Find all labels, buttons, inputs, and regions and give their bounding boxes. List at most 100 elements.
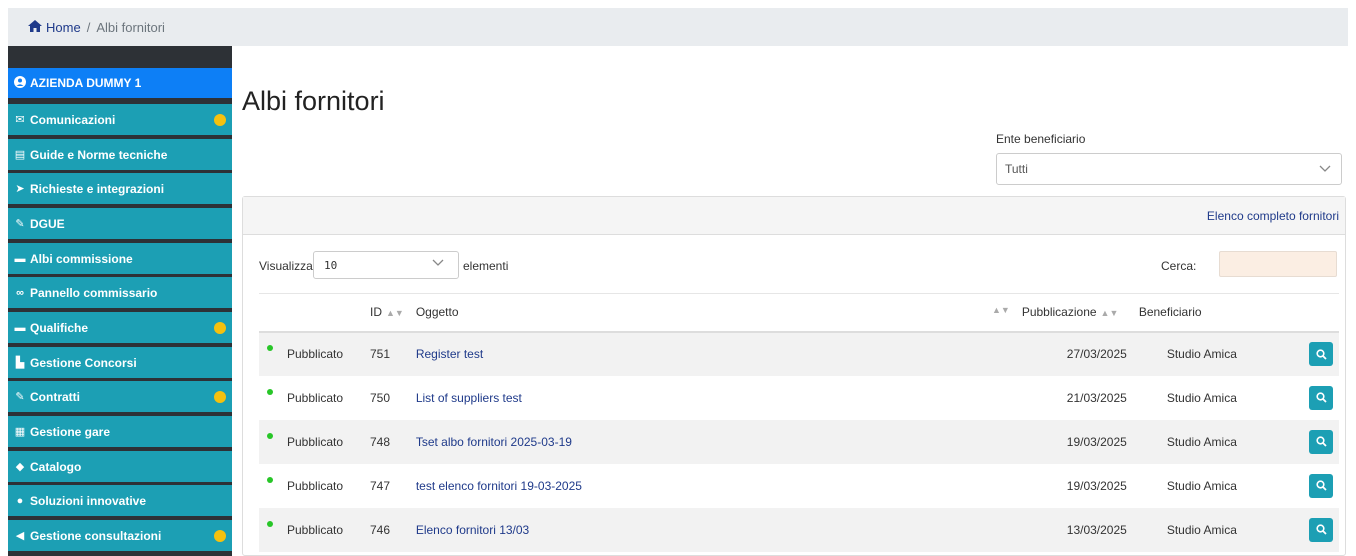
col-id-label: ID	[370, 305, 382, 320]
sidebar-item-label: Comunicazioni	[30, 112, 116, 127]
view-button[interactable]	[1309, 429, 1333, 454]
pubblicazione-cell: 13/03/2025	[1066, 522, 1127, 537]
oggetto-link[interactable]: test elenco fornitori 19-03-2025	[416, 479, 582, 493]
sidebar-item-catalogo[interactable]: ◆ Catalogo	[8, 451, 232, 482]
chevron-down-icon	[432, 258, 444, 270]
sidebar-company-label: AZIENDA DUMMY 1	[30, 76, 142, 90]
sidebar-item-richieste-e-integrazioni[interactable]: ➤ Richieste e integrazioni	[8, 173, 232, 204]
oggetto-link[interactable]: List of suppliers test	[416, 391, 522, 405]
beneficiario-cell: Studio Amica	[1166, 390, 1237, 405]
oggetto-link[interactable]: Elenco fornitori 13/03	[416, 523, 529, 537]
actions-cell	[1293, 420, 1339, 464]
pubblicazione-cell: 21/03/2025	[1066, 390, 1127, 405]
breadcrumb-separator: /	[86, 19, 91, 35]
status-label: Pubblicato	[287, 522, 344, 537]
filter-label: Ente beneficiario	[996, 132, 1086, 146]
view-button[interactable]	[1309, 342, 1333, 366]
col-id-header[interactable]: ID ▲▼	[364, 293, 410, 333]
status-label: Pubblicato	[287, 434, 344, 449]
id-cell: 750	[370, 390, 391, 405]
sidebar-item-label: Pannello commissario	[30, 285, 158, 300]
sort-desc-icon: ▲▼	[386, 308, 404, 319]
sidebar-item-comunicazioni[interactable]: ✉ Comunicazioni	[8, 104, 232, 135]
id-cell: 751	[370, 347, 391, 361]
status-dot	[267, 388, 273, 395]
show-label: Visualizza	[259, 259, 313, 273]
sidebar-item-label: DGUE	[30, 216, 65, 231]
view-button[interactable]	[1309, 473, 1333, 498]
status-dot	[267, 345, 273, 351]
oggetto-cell: test elenco fornitori 19-03-2025	[410, 464, 1016, 508]
edit-icon: ✎	[15, 218, 25, 230]
search-icon	[1315, 348, 1327, 360]
full-supplier-list-link[interactable]: Elenco completo fornitori	[1207, 209, 1339, 223]
file-icon: ▤	[14, 149, 26, 161]
beneficiario-cell: Studio Amica	[1166, 478, 1237, 493]
pencil-square-icon: ✎	[15, 391, 25, 403]
notification-dot	[214, 114, 226, 126]
sidebar-item-contratti[interactable]: ✎ Contratti	[8, 381, 232, 412]
beneficiario-cell: Studio Amica	[1166, 434, 1237, 449]
sidebar: AZIENDA DUMMY 1 ✉ Comunicazioni ▤ Guide e N…	[8, 46, 232, 556]
col-oggetto-header[interactable]: Oggetto ▲▼	[409, 293, 1016, 333]
page-length-select[interactable]: 10	[313, 251, 459, 279]
home-icon	[28, 19, 42, 35]
folder-open-icon: ▬	[14, 321, 26, 334]
id-cell: 747	[370, 478, 391, 493]
id-cell: 748	[370, 434, 391, 449]
search-input[interactable]	[1219, 251, 1337, 277]
sidebar-item-label: Guide e Norme tecniche	[30, 147, 168, 162]
sidebar-item-label: Catalogo	[30, 459, 82, 474]
table-controls: Visualizza 10 elementi Cerca:	[259, 251, 1339, 281]
sidebar-item-label: Gestione gare	[30, 424, 111, 439]
breadcrumb-home[interactable]: Home	[28, 19, 81, 35]
search-icon	[1315, 436, 1327, 447]
breadcrumb-home-label[interactable]: Home	[46, 20, 81, 35]
sidebar-item-gestione-consultazioni[interactable]: ◀ Gestione consultazioni	[8, 520, 232, 551]
sidebar-item-label: Richieste e integrazioni	[30, 181, 165, 196]
status-dot	[267, 520, 273, 527]
oggetto-cell: List of suppliers test	[410, 376, 1016, 420]
oggetto-cell: Register test	[410, 332, 1016, 376]
view-button[interactable]	[1309, 385, 1333, 410]
page-length-value: 10	[324, 258, 338, 272]
beneficiario-cell: Studio Amica	[1166, 347, 1237, 361]
actions-cell	[1293, 508, 1339, 552]
sidebar-item-albi-commissione[interactable]: ▬ Albi commissione	[8, 243, 232, 274]
suppliers-table: ID ▲▼ Oggetto ▲▼ Pubblicazione ▲▼ Beneficia…	[259, 293, 1339, 552]
search-icon	[1315, 524, 1327, 535]
folder-open-icon: ▬	[14, 252, 26, 265]
chart-icon: ▙	[15, 357, 25, 369]
sidebar-item-dgue[interactable]: ✎ DGUE	[8, 208, 232, 239]
elements-label: elementi	[463, 259, 509, 273]
col-pubblicazione-header[interactable]: Pubblicazione ▲▼	[1015, 293, 1133, 333]
sidebar-item-soluzioni-innovative[interactable]: ● Soluzioni innovative	[8, 485, 232, 516]
briefcase-icon: ▦	[14, 426, 26, 438]
page-title: Albi fornitori	[242, 86, 385, 116]
sidebar-item-gestione-gare[interactable]: ▦ Gestione gare	[8, 416, 232, 447]
col-beneficiario-header: Beneficiario	[1132, 293, 1293, 333]
glasses-icon: ∞	[16, 286, 24, 299]
breadcrumb-current: Albi fornitori	[96, 19, 165, 35]
oggetto-link[interactable]: Tset albo fornitori 2025-03-19	[416, 435, 572, 449]
sidebar-item-label: Albi commissione	[30, 251, 133, 266]
view-button[interactable]	[1309, 517, 1333, 542]
oggetto-cell: Tset albo fornitori 2025-03-19	[410, 420, 1016, 464]
sidebar-item-label: Gestione Concorsi	[30, 355, 137, 370]
pubblicazione-cell: 19/03/2025	[1066, 434, 1127, 449]
sidebar-item-gestione-concorsi[interactable]: ▙ Gestione Concorsi	[8, 347, 232, 378]
sidebar-item-qualifiche[interactable]: ▬ Qualifiche	[8, 312, 232, 343]
search-label: Cerca:	[1161, 259, 1197, 273]
notification-dot	[214, 391, 226, 403]
breadcrumb: Home / Albi fornitori	[8, 8, 1348, 46]
main-content: Albi fornitori Ente beneficiario Tutti E…	[232, 46, 1348, 556]
pubblicazione-cell: 19/03/2025	[1066, 478, 1127, 493]
sidebar-item-pannello-commissario[interactable]: ∞ Pannello commissario	[8, 277, 232, 308]
col-status-header	[259, 293, 364, 333]
status-cell: Pubblicato	[259, 464, 364, 508]
sidebar-item-guide-e-norme-tecniche[interactable]: ▤ Guide e Norme tecniche	[8, 139, 232, 170]
sidebar-company[interactable]: AZIENDA DUMMY 1	[8, 68, 232, 98]
ente-beneficiario-select[interactable]: Tutti	[996, 153, 1342, 185]
oggetto-link[interactable]: Register test	[416, 347, 483, 361]
filter-value: Tutti	[1005, 162, 1028, 176]
